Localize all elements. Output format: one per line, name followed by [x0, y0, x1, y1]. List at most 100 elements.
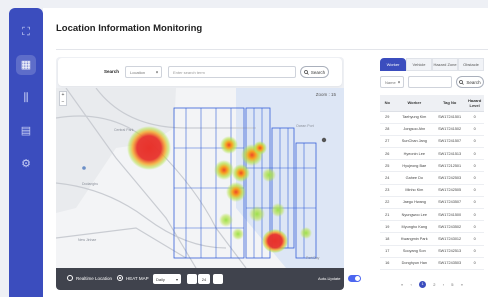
hazard-level: 0	[465, 257, 484, 270]
main-content: Location Information Monitoring Search L…	[43, 8, 488, 297]
auto-update-toggle[interactable]	[348, 275, 361, 282]
period-select[interactable]: Daily ▾	[153, 274, 181, 284]
next-page-button[interactable]: ›	[443, 282, 444, 287]
map-view[interactable]: + − Zoom : 15 Dodanghu Central Park New …	[56, 88, 344, 268]
search-input[interactable]: Enter search term	[168, 66, 296, 78]
hazard-level: 0	[465, 184, 484, 197]
tab-vehicle[interactable]: Vehicle	[406, 58, 432, 71]
table-row[interactable]: 19 Myungho Kang SW17243502 0	[380, 220, 484, 234]
zoom-in-icon[interactable]: +	[62, 92, 65, 99]
row-number: 18	[380, 232, 395, 246]
hazard-level: 0	[465, 208, 484, 222]
table-row[interactable]: 24 Gahee Do SW17242503 0	[380, 171, 484, 185]
table-row[interactable]: 28 Jongsoo Ahn SW17241502 0	[380, 123, 484, 136]
worker-name: Sooyang Son	[394, 245, 435, 258]
row-number: 23	[380, 184, 395, 197]
table-row[interactable]: 23 Minho Kim SW17242505 0	[380, 184, 484, 197]
step-value: 24	[198, 274, 210, 284]
filter-field-select[interactable]: Name ▾	[380, 76, 404, 88]
column-header: Hazard Level	[465, 95, 484, 112]
table-row[interactable]: 27 SunChan Jang SW17241507 0	[380, 135, 484, 149]
tag-number: SW17241500	[434, 208, 466, 222]
zoom-level: Zoom : 15	[315, 92, 336, 97]
tag-number: SW17243502	[434, 220, 466, 234]
step-forward-button[interactable]	[213, 274, 223, 284]
list-search-button[interactable]: Search	[456, 76, 484, 88]
sliders-nav-button[interactable]: ⫼	[16, 88, 36, 108]
table-row[interactable]: 18 Kwangmin Park SW17243012 0	[380, 232, 484, 246]
column-header: Worker	[394, 95, 435, 112]
tag-number: SW17212501	[434, 159, 466, 173]
tag-number: SW17243012	[434, 232, 466, 246]
tag-number: SW17242503	[434, 171, 466, 185]
pagination: « ‹ 1 2 › 5 »	[401, 280, 463, 288]
tab-worker[interactable]: Worker	[380, 58, 406, 71]
table-row[interactable]: 22 Jaegu Hwang SW17243507 0	[380, 196, 484, 210]
page-button[interactable]: 5	[451, 282, 453, 287]
list-filter: Name ▾ Search	[380, 76, 484, 88]
map-place-label: New Jinhae	[78, 238, 97, 242]
toggle-knob	[355, 276, 360, 281]
row-number: 17	[380, 245, 395, 258]
tab-obstacle[interactable]: Obstacle	[458, 58, 484, 71]
sliders-icon: ⫼	[23, 91, 29, 104]
worker-name: Gahee Do	[394, 171, 435, 185]
zoom-out-icon[interactable]: −	[62, 99, 65, 106]
heatmap-radio[interactable]: HEAT MAP	[117, 275, 149, 281]
location-dashboard-icon: ▦	[20, 58, 32, 71]
tag-number: SW17241513	[434, 147, 466, 161]
row-number: 25	[380, 159, 395, 173]
document-icon: ▤	[20, 124, 32, 137]
last-page-button[interactable]: »	[461, 282, 463, 287]
table-row[interactable]: 26 Hyeonin Lee SW17241513 0	[380, 147, 484, 161]
column-header: No	[380, 95, 395, 112]
table-row[interactable]: 17 Sooyang Son SW17242513 0	[380, 245, 484, 258]
table-row[interactable]: 16 Donghyun Han SW17243503 0	[380, 257, 484, 270]
search-label: Search	[104, 69, 120, 74]
search-icon	[459, 79, 465, 85]
table-row[interactable]: 25 Hyujeong Bae SW17212501 0	[380, 159, 484, 173]
gear-icon: ⚙	[21, 157, 31, 170]
filter-input[interactable]	[408, 76, 452, 88]
period-select-value: Daily	[156, 276, 165, 282]
worker-name: Donghyun Han	[394, 257, 435, 270]
map-panel: Search Location ▾ Enter search term Sear…	[56, 57, 361, 290]
table-header-row: No Worker Tag No Hazard Level	[380, 95, 484, 112]
water-area	[236, 88, 344, 268]
first-page-button[interactable]: «	[401, 282, 403, 287]
category-select[interactable]: Location ▾	[125, 66, 162, 78]
document-nav-button[interactable]: ▤	[16, 121, 36, 141]
tag-number: SW17241507	[434, 135, 466, 149]
hazard-level: 0	[465, 147, 484, 161]
worker-name: Hyujeong Bae	[394, 159, 435, 173]
filter-field-value: Name	[385, 79, 396, 85]
chevron-down-icon: ▾	[175, 276, 178, 282]
worker-table: No Worker Tag No Hazard Level 29 Taehyung…	[380, 95, 484, 270]
worker-name: Myungho Kang	[394, 220, 435, 234]
tag-number: SW17243507	[434, 196, 466, 210]
grid-nav-button[interactable]: ⛶	[16, 22, 36, 42]
worker-name: Minho Kim	[394, 184, 435, 197]
page-title: Location Information Monitoring	[56, 23, 203, 34]
realtime-location-radio[interactable]: Realtime Location	[67, 275, 112, 281]
page-button[interactable]: 2	[433, 282, 435, 287]
map-search-button[interactable]: Search	[300, 66, 329, 78]
zoom-control[interactable]: + −	[59, 91, 67, 106]
map-control-bar: Realtime Location HEAT MAP Daily ▾ 24 Au…	[56, 268, 361, 290]
realtime-location-label: Realtime Location	[76, 275, 113, 281]
step-back-button[interactable]	[187, 274, 197, 284]
location-dashboard-nav-button[interactable]: ▦	[16, 55, 36, 75]
worker-name: Nyungwoo Lee	[394, 208, 435, 222]
page-button-current[interactable]: 1	[419, 280, 427, 288]
prev-page-button[interactable]: ‹	[410, 282, 411, 287]
tab-hazard-zone[interactable]: Hazard Zone	[432, 58, 458, 71]
map-place-label: Dodanghu	[82, 182, 99, 186]
entity-list-panel: Worker Vehicle Hazard Zone Obstacle Name ▾ …	[377, 57, 488, 293]
heatmap-layer	[56, 88, 344, 268]
table-row[interactable]: 21 Nyungwoo Lee SW17241500 0	[380, 208, 484, 222]
hazard-level: 0	[465, 196, 484, 210]
table-row[interactable]: 29 Taehyung Kim SW17241501 0	[380, 111, 484, 124]
tag-number: SW17242513	[434, 245, 466, 258]
row-number: 22	[380, 196, 395, 210]
gear-nav-button[interactable]: ⚙	[16, 154, 36, 174]
